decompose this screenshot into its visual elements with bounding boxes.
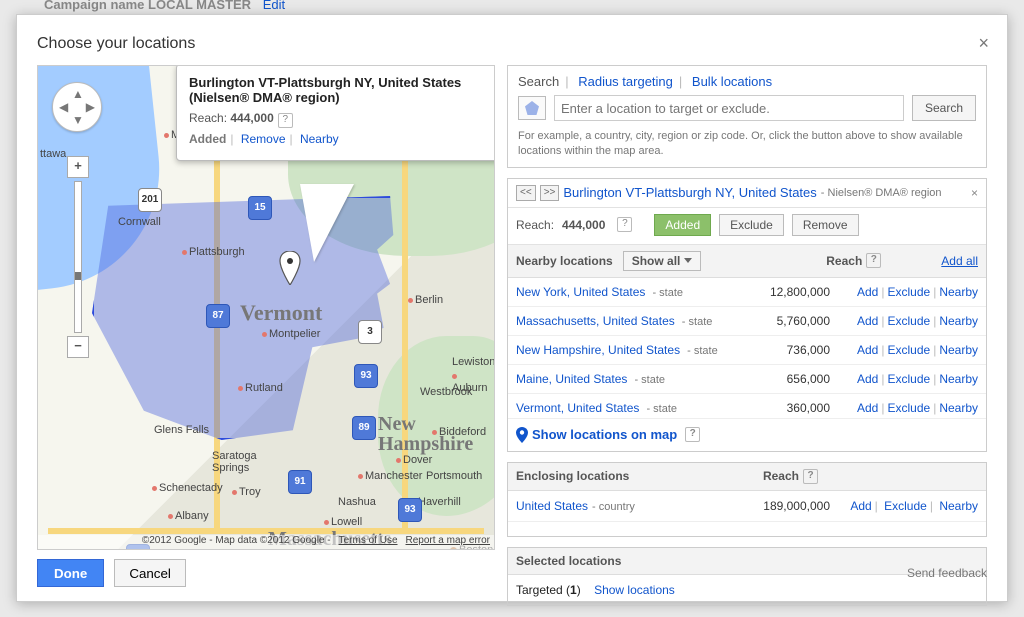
help-icon[interactable]: ? <box>278 113 293 128</box>
report-error-link[interactable]: Report a map error <box>406 535 490 549</box>
chevron-down-icon <box>684 258 692 263</box>
nearby-location-link[interactable]: Vermont, United States <box>516 401 639 415</box>
done-button[interactable]: Done <box>37 559 104 587</box>
table-row: New York, United States - state12,800,00… <box>508 278 986 307</box>
exclude-link[interactable]: Exclude <box>887 372 930 386</box>
zoom-out-button[interactable]: − <box>67 336 89 358</box>
help-icon[interactable]: ? <box>617 217 632 232</box>
add-link[interactable]: Add <box>850 499 871 513</box>
nearby-location-link[interactable]: Maine, United States <box>516 372 627 386</box>
exclude-link[interactable]: Exclude <box>887 314 930 328</box>
added-chip[interactable]: Added <box>654 214 711 236</box>
tab-search[interactable]: Search <box>518 74 559 89</box>
terms-link[interactable]: Terms of Use <box>339 535 398 549</box>
map-info-window: Burlington VT-Plattsburgh NY, United Sta… <box>176 65 495 161</box>
add-link[interactable]: Add <box>857 343 878 357</box>
exclude-link[interactable]: Exclude <box>887 285 930 299</box>
nearby-location-link[interactable]: New Hampshire, United States <box>516 343 680 357</box>
nearby-link[interactable]: Nearby <box>939 314 978 328</box>
close-icon[interactable]: × <box>978 33 989 54</box>
show-all-dropdown[interactable]: Show all <box>623 251 702 271</box>
enclosing-location-link[interactable]: United States <box>516 499 588 513</box>
map-credits: ©2012 Google - Map data ©2012 Google - T… <box>38 535 494 549</box>
table-row: New Hampshire, United States - state736,… <box>508 336 986 365</box>
show-on-map-link[interactable]: Show locations on map? <box>508 418 986 451</box>
polygon-tool-button[interactable] <box>518 96 546 120</box>
zoom-control: + − <box>68 156 88 358</box>
zoom-slider[interactable] <box>74 181 82 333</box>
map-marker-icon[interactable] <box>279 251 301 285</box>
exclude-link[interactable]: Exclude <box>887 343 930 357</box>
nearby-link[interactable]: Nearby <box>939 499 978 513</box>
zoom-in-button[interactable]: + <box>67 156 89 178</box>
remove-button[interactable]: Remove <box>792 214 859 236</box>
add-all-link[interactable]: Add all <box>941 254 978 268</box>
help-icon[interactable]: ? <box>803 469 818 484</box>
tab-radius[interactable]: Radius targeting <box>578 74 673 89</box>
map-label-vermont: Vermont <box>240 300 322 326</box>
search-button[interactable]: Search <box>912 95 976 121</box>
table-row: Maine, United States - state656,000Add|E… <box>508 365 986 394</box>
modal-title: Choose your locations <box>37 35 987 53</box>
remove-selection-icon[interactable]: × <box>971 186 978 200</box>
cancel-button[interactable]: Cancel <box>114 559 186 587</box>
pan-right-icon[interactable]: ▶ <box>86 100 95 114</box>
nearby-link[interactable]: Nearby <box>939 343 978 357</box>
exclude-button[interactable]: Exclude <box>719 214 784 236</box>
search-panel: Search| Radius targeting| Bulk locations… <box>507 65 987 168</box>
add-link[interactable]: Add <box>857 285 878 299</box>
current-location-link[interactable]: Burlington VT-Plattsburgh NY, United Sta… <box>563 185 816 200</box>
help-icon[interactable]: ? <box>685 427 700 442</box>
enclosing-panel: Enclosing locationsReach? United States-… <box>507 462 987 537</box>
nearby-link[interactable]: Nearby <box>300 132 339 146</box>
table-row: Massachusetts, United States - state5,76… <box>508 307 986 336</box>
info-title: Burlington VT-Plattsburgh NY, United Sta… <box>189 75 495 105</box>
nearby-location-link[interactable]: New York, United States <box>516 285 645 299</box>
map[interactable]: Vermont New Hampshire Massachusetts ttaw… <box>37 65 495 550</box>
prev-location-button[interactable]: << <box>516 185 536 201</box>
add-link[interactable]: Add <box>857 401 878 415</box>
search-hint: For example, a country, city, region or … <box>508 129 986 167</box>
remove-link[interactable]: Remove <box>241 132 286 146</box>
help-icon[interactable]: ? <box>866 253 881 268</box>
location-input[interactable] <box>554 95 904 121</box>
pan-control[interactable]: ▲ ▼ ◀ ▶ <box>52 82 102 132</box>
nearby-link[interactable]: Nearby <box>939 285 978 299</box>
selection-panel: << >> Burlington VT-Plattsburgh NY, Unit… <box>507 178 987 452</box>
pan-left-icon[interactable]: ◀ <box>59 100 68 114</box>
table-row: Vermont, United States - state360,000Add… <box>508 394 986 418</box>
tab-bulk[interactable]: Bulk locations <box>692 74 772 89</box>
zoom-handle[interactable] <box>75 272 81 280</box>
add-link[interactable]: Add <box>857 372 878 386</box>
nearby-location-link[interactable]: Massachusetts, United States <box>516 314 675 328</box>
location-modal: × Choose your locations Vermont New Hamp… <box>16 14 1008 602</box>
nearby-link[interactable]: Nearby <box>939 401 978 415</box>
route-shield: 201 <box>138 188 162 212</box>
nearby-link[interactable]: Nearby <box>939 372 978 386</box>
exclude-link[interactable]: Exclude <box>884 499 927 513</box>
pan-down-icon[interactable]: ▼ <box>72 113 84 127</box>
send-feedback-link[interactable]: Send feedback <box>907 566 987 580</box>
exclude-link[interactable]: Exclude <box>887 401 930 415</box>
next-location-button[interactable]: >> <box>540 185 560 201</box>
nearby-locations-table: Nearby locations Show all Reach? Add all… <box>508 244 986 451</box>
pan-up-icon[interactable]: ▲ <box>72 87 84 101</box>
add-link[interactable]: Add <box>857 314 878 328</box>
